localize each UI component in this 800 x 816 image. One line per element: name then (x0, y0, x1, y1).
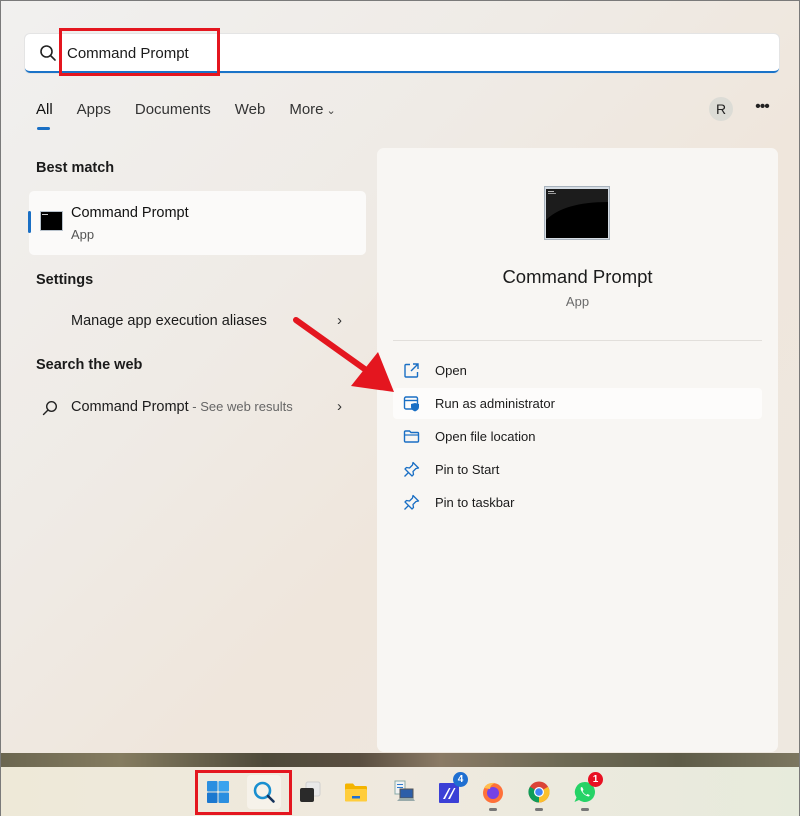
running-indicator (535, 808, 543, 811)
windows-logo-icon (207, 781, 229, 803)
taskbar-task-view[interactable] (293, 775, 327, 809)
search-icon (253, 781, 275, 803)
notification-badge: 1 (588, 772, 603, 787)
taskbar-chrome[interactable] (522, 775, 556, 811)
firefox-icon (483, 782, 503, 803)
action-pin-to-taskbar[interactable]: Pin to taskbar (393, 487, 762, 518)
web-result-item[interactable]: Command Prompt - See web results › (29, 390, 366, 426)
search-icon (42, 400, 58, 416)
action-open-file-location[interactable]: Open file location (393, 421, 762, 452)
desktop-wallpaper (1, 753, 799, 767)
taskbar-firefox[interactable] (476, 775, 510, 811)
settings-item-label: Manage app execution aliases (71, 313, 267, 329)
open-external-icon (404, 363, 419, 378)
preview-title: Command Prompt (502, 266, 653, 287)
folder-icon (345, 783, 367, 802)
action-label: Open (435, 363, 467, 378)
pin-icon (404, 494, 420, 510)
tab-web[interactable]: Web (235, 101, 266, 125)
search-icon (40, 45, 56, 61)
tab-all[interactable]: All (36, 101, 53, 130)
preview-pane: Command Prompt App Open Run as administr… (377, 148, 778, 752)
tab-label: Web (234, 101, 266, 118)
action-label: Pin to Start (435, 462, 500, 477)
folder-icon (403, 430, 420, 443)
chevron-right-icon: › (337, 312, 342, 329)
best-match-result[interactable]: Command Prompt App (28, 191, 366, 255)
web-result-label: Command Prompt - See web results (71, 399, 293, 415)
command-prompt-icon (40, 211, 63, 231)
action-pin-to-start[interactable]: Pin to Start (393, 454, 762, 485)
tab-more[interactable]: More ⌄ (289, 101, 335, 125)
action-run-as-administrator[interactable]: Run as administrator (393, 388, 762, 419)
more-options-button[interactable]: ••• (753, 97, 771, 121)
action-label: Open file location (435, 429, 536, 444)
chevron-right-icon: › (337, 398, 342, 415)
taskbar-file-explorer[interactable] (339, 775, 373, 809)
tab-apps[interactable]: Apps (77, 101, 111, 125)
pin-icon (404, 461, 420, 477)
action-open[interactable]: Open (393, 355, 762, 386)
shield-admin-icon (403, 396, 419, 412)
notification-badge: 4 (453, 772, 468, 787)
web-result-query: Command Prompt (71, 399, 189, 415)
best-match-title: Command Prompt (71, 205, 189, 221)
taskbar-whatsapp[interactable]: 1 (568, 772, 603, 811)
settings-heading: Settings (36, 272, 94, 288)
search-input[interactable] (67, 40, 747, 66)
tab-documents[interactable]: Documents (135, 101, 211, 125)
taskbar-search-button[interactable] (247, 775, 281, 809)
taskbar-remote-desktop[interactable] (387, 775, 421, 809)
tab-label: Apps (76, 101, 111, 118)
command-prompt-large-icon (544, 186, 610, 240)
action-label: Run as administrator (435, 396, 555, 411)
divider (393, 340, 762, 341)
selection-indicator (28, 211, 31, 233)
tab-label: More (289, 101, 324, 118)
running-indicator (581, 808, 589, 811)
running-indicator (489, 808, 497, 811)
preview-subtitle: App (565, 294, 590, 309)
tab-label: Documents (134, 101, 211, 118)
filter-tabs: All Apps Documents Web More ⌄ (36, 101, 360, 130)
taskbar-app-badged[interactable]: 4 (433, 772, 468, 809)
chevron-down-icon: ⌄ (326, 105, 336, 117)
computer-icon (394, 780, 415, 801)
taskbar-start-button[interactable] (201, 775, 235, 809)
search-web-heading: Search the web (36, 357, 143, 373)
tab-label: All (36, 101, 53, 118)
chrome-icon (528, 781, 550, 803)
best-match-heading: Best match (36, 160, 115, 176)
settings-item-manage-aliases[interactable]: Manage app execution aliases › (29, 304, 366, 340)
task-view-icon (300, 781, 321, 802)
search-flyout: All Apps Documents Web More⌄ R ••• Best … (1, 1, 799, 753)
account-avatar[interactable]: R (709, 97, 733, 121)
best-match-subtitle: App (71, 227, 95, 242)
search-box[interactable] (25, 34, 779, 73)
action-label: Pin to taskbar (435, 495, 515, 510)
web-result-suffix: - See web results (188, 399, 293, 414)
